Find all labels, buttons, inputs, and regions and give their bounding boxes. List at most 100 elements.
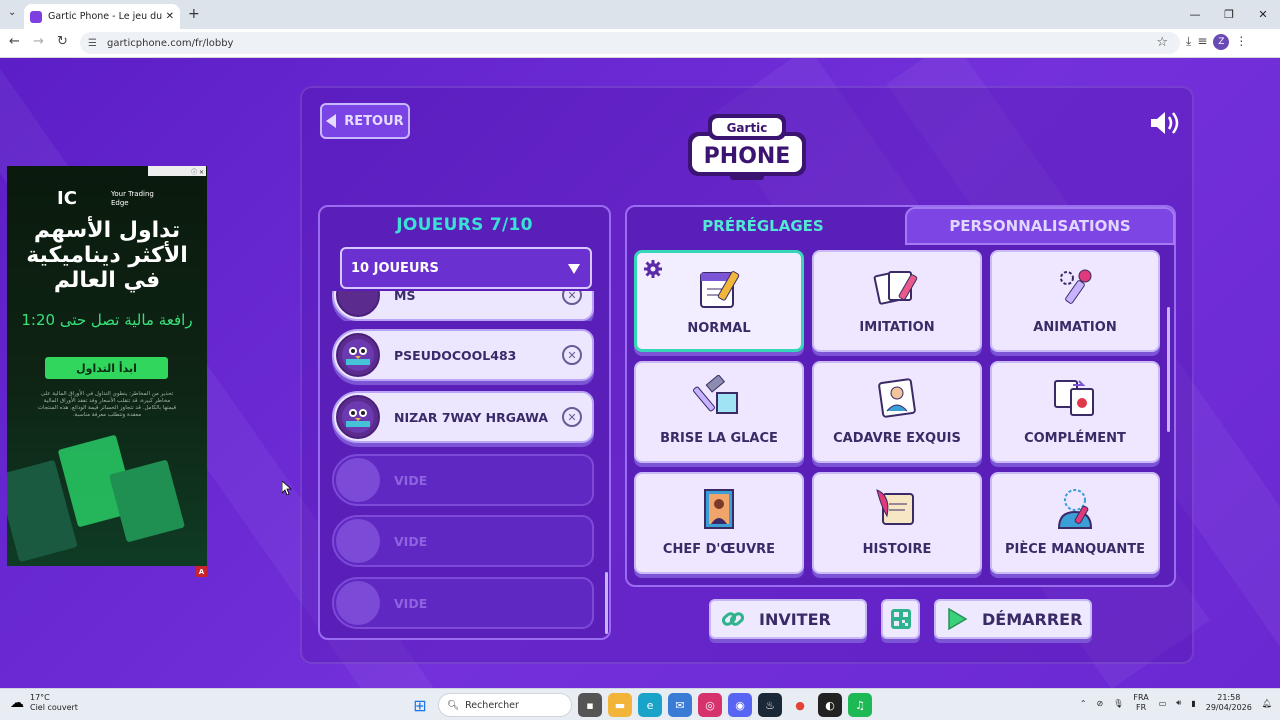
- network-off-icon[interactable]: ⊘: [1097, 699, 1104, 708]
- forward-arrow-icon[interactable]: →: [33, 34, 44, 49]
- system-tray: ⌃ ⊘ 🎙︎ FRA FR ▭ 🔊︎ ▮ 21:58 29/04/2026 🔔︎: [1080, 693, 1272, 713]
- site-info-icon[interactable]: ☰: [88, 38, 97, 49]
- mode-label: IMITATION: [859, 320, 935, 335]
- ad-badge: A: [196, 566, 207, 577]
- close-window-icon[interactable]: ✕: [1246, 0, 1280, 28]
- clock-time: 21:58: [1217, 693, 1241, 702]
- complement-icon: [1054, 380, 1094, 416]
- outlook-icon[interactable]: ✉: [668, 693, 692, 717]
- browser-tab[interactable]: Gartic Phone - Le jeu du téléph ✕: [24, 4, 180, 29]
- weather-temp: 17°C: [30, 693, 50, 702]
- weather-widget[interactable]: ☁ 17°C Ciel couvert: [10, 693, 78, 713]
- gartic-phone-logo: Gartic PHONE: [688, 114, 806, 180]
- ad-fine-print: تحذير من المخاطر: ينطوي التداول في الأور…: [37, 391, 177, 418]
- mode-card-complement[interactable]: COMPLÉMENT: [990, 361, 1160, 463]
- bird-avatar-icon: [342, 401, 374, 433]
- mode-card-story[interactable]: HISTOIRE: [812, 472, 982, 574]
- media-icon[interactable]: ≡: [1197, 34, 1207, 50]
- tab-search-icon[interactable]: ⌄: [8, 7, 16, 18]
- hammer-ice-icon: [693, 375, 738, 414]
- minimize-icon[interactable]: —: [1178, 0, 1212, 28]
- mode-card-animation[interactable]: ANIMATION: [990, 250, 1160, 352]
- player-count-value: 10 JOUEURS: [351, 260, 439, 276]
- restore-icon[interactable]: ❐: [1212, 0, 1246, 28]
- mode-card-icebreaker[interactable]: BRISE LA GLACE: [634, 361, 804, 463]
- back-arrow-icon[interactable]: ←: [9, 34, 20, 49]
- tray-chevron-icon[interactable]: ⌃: [1080, 699, 1087, 708]
- advertisement-banner[interactable]: IC Your Trading Edge تداول الأسهم الأكثر…: [7, 166, 207, 566]
- bookmark-star-icon[interactable]: ☆: [1156, 35, 1168, 50]
- tab-customizations[interactable]: PERSONNALISATIONS: [905, 207, 1175, 245]
- battery-icon[interactable]: ▮: [1191, 699, 1195, 708]
- language-indicator[interactable]: FRA FR: [1133, 693, 1148, 713]
- tab-presets[interactable]: PRÉRÉGLAGES: [627, 207, 899, 245]
- back-button[interactable]: RETOUR: [320, 103, 410, 139]
- task-view-icon[interactable]: ▪: [578, 693, 602, 717]
- profile-avatar[interactable]: Z: [1213, 34, 1230, 50]
- animation-icon: [1060, 269, 1092, 304]
- lang-top: FRA: [1133, 693, 1149, 702]
- gartic-favicon-icon: [30, 10, 42, 23]
- taskbar-search[interactable]: 🔍︎ Rechercher: [438, 693, 572, 717]
- ad-cta-button[interactable]: ابدأ التداول: [45, 357, 168, 379]
- search-icon: 🔍︎: [447, 699, 460, 711]
- players-scrollbar[interactable]: [605, 572, 608, 634]
- ad-subline: رافعة مالية تصل حتى 1:20: [21, 311, 193, 329]
- player-name: NIZAR 7WAY HRGAWA: [394, 409, 548, 425]
- mode-card-missing-piece[interactable]: PIÈCE MANQUANTE: [990, 472, 1160, 574]
- spotify-icon[interactable]: ♫: [848, 693, 872, 717]
- obs-icon[interactable]: ◐: [818, 693, 842, 717]
- presets-scrollbar[interactable]: [1167, 307, 1170, 432]
- invite-button[interactable]: INVITER: [709, 599, 867, 639]
- masterpiece-icon: [704, 489, 734, 529]
- volume-icon[interactable]: 🔊︎: [1176, 698, 1181, 708]
- play-icon: [948, 607, 968, 631]
- mode-card-normal[interactable]: NORMAL: [634, 250, 804, 352]
- address-bar: ← → ↻ ☰ garticphone.com/fr/lobby ☆ ⤓ ≡ Z…: [0, 29, 1280, 58]
- back-triangle-icon: [326, 114, 337, 128]
- sound-icon[interactable]: [1148, 108, 1180, 138]
- mode-card-masterpiece[interactable]: CHEF D'ŒUVRE: [634, 472, 804, 574]
- windows-taskbar: ☁ 17°C Ciel couvert ⊞ 🔍︎ Rechercher ▪ ▬ …: [0, 688, 1280, 720]
- kick-player-icon[interactable]: ✕: [562, 407, 582, 427]
- link-icon: [721, 612, 745, 626]
- reload-icon[interactable]: ↻: [57, 34, 68, 49]
- back-label: RETOUR: [344, 113, 404, 129]
- instagram-icon[interactable]: ◎: [698, 693, 722, 717]
- ad-graphic-tile: [108, 459, 186, 543]
- ad-choices-icon[interactable]: ⓘ ✕: [148, 166, 206, 176]
- player-avatar: [336, 333, 380, 377]
- player-name: MS: [394, 287, 416, 303]
- kick-player-icon[interactable]: ✕: [562, 345, 582, 365]
- menu-dots-icon[interactable]: ⋮: [1235, 34, 1247, 50]
- new-tab-icon[interactable]: +: [188, 6, 200, 22]
- empty-slot-label: VIDE: [394, 533, 428, 549]
- edge-icon[interactable]: e: [638, 693, 662, 717]
- tab-close-icon[interactable]: ✕: [166, 11, 174, 22]
- mouse-cursor-icon: [282, 481, 292, 495]
- file-explorer-icon[interactable]: ▬: [608, 693, 632, 717]
- start-button[interactable]: DÉMARRER: [934, 599, 1092, 639]
- cloud-icon: ☁: [10, 695, 24, 711]
- url-field[interactable]: ☰ garticphone.com/fr/lobby ☆: [80, 32, 1180, 54]
- steam-icon[interactable]: ♨: [758, 693, 782, 717]
- qr-code-button[interactable]: [881, 599, 920, 639]
- mode-card-exquisite-corpse[interactable]: CADAVRE EXQUIS: [812, 361, 982, 463]
- notification-icon[interactable]: 🔔︎: [1262, 699, 1272, 708]
- discord-icon[interactable]: ◉: [728, 693, 752, 717]
- mode-label: NORMAL: [687, 321, 751, 336]
- mode-card-imitation[interactable]: IMITATION: [812, 250, 982, 352]
- invite-label: INVITER: [759, 609, 831, 629]
- clock[interactable]: 21:58 29/04/2026: [1206, 693, 1252, 713]
- chrome-icon[interactable]: ●: [788, 693, 812, 717]
- player-count-select[interactable]: 10 JOUEURS: [340, 247, 592, 289]
- mode-label: ANIMATION: [1033, 320, 1117, 335]
- start-label: DÉMARRER: [982, 609, 1083, 629]
- microphone-icon[interactable]: 🎙︎: [1113, 699, 1123, 708]
- bird-avatar-icon: [342, 339, 374, 371]
- gear-icon[interactable]: [643, 259, 663, 279]
- download-icon[interactable]: ⤓: [1186, 34, 1191, 50]
- display-icon[interactable]: ▭: [1159, 699, 1167, 708]
- windows-start-icon[interactable]: ⊞: [408, 693, 432, 717]
- dropdown-caret-icon: [568, 264, 580, 274]
